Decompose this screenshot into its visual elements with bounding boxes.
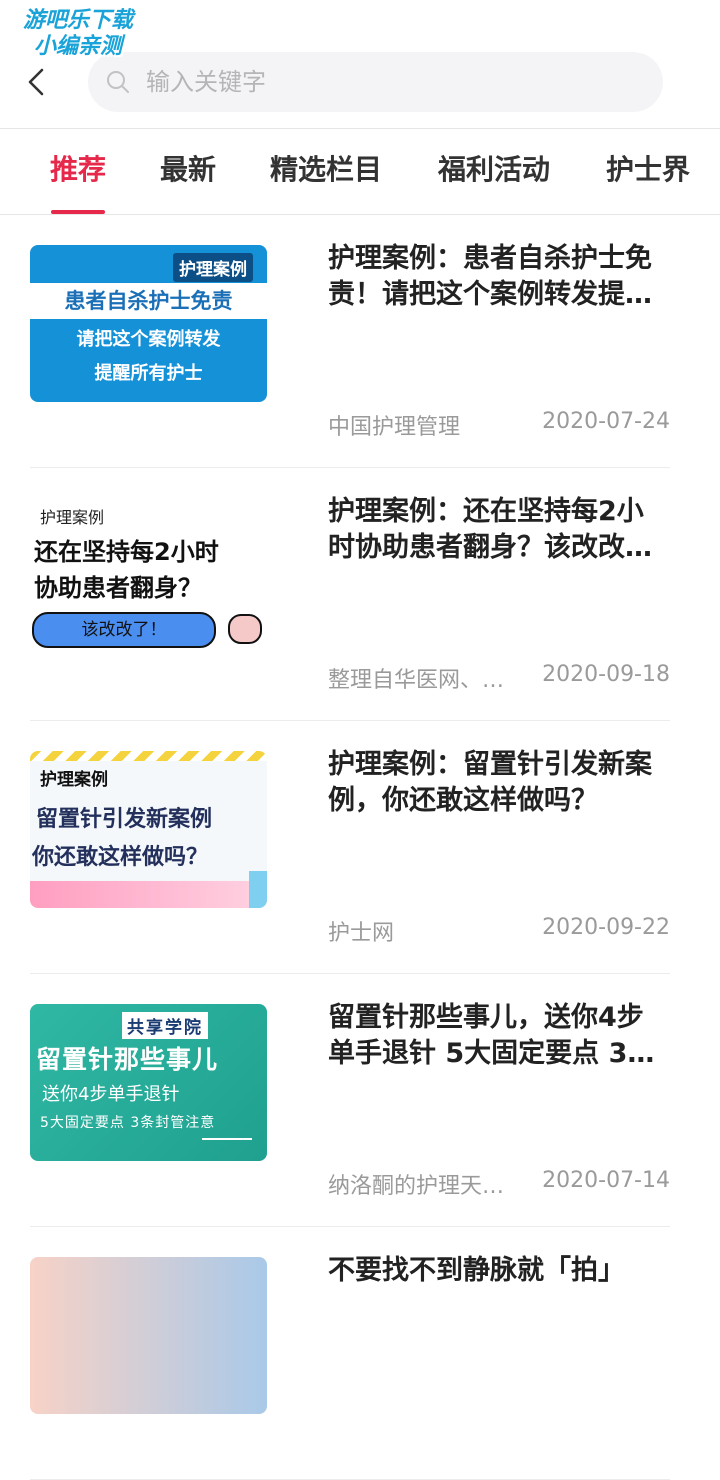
article-list: 护理案例 患者自杀护士免责 请把这个案例转发 提醒所有护士 护理案例：患者自杀护… bbox=[30, 215, 670, 1480]
thumb-line: 留置针那些事儿 bbox=[36, 1045, 219, 1074]
search-box[interactable] bbox=[88, 52, 663, 112]
chevron-left-icon bbox=[28, 68, 44, 96]
list-item[interactable]: 共享学院 留置针那些事儿 送你4步单手退针 5大固定要点 3条封管注意 留置针那… bbox=[30, 974, 670, 1227]
thumb-line: 5大固定要点 3条封管注意 bbox=[40, 1115, 216, 1131]
article-title: 护理案例：患者自杀护士免责！请把这个案例转发提醒所有护士 bbox=[328, 243, 652, 310]
thumb-line: 协助患者翻身？ bbox=[34, 574, 202, 602]
tab-welfare-activities[interactable]: 福利活动 bbox=[438, 128, 550, 214]
search-input[interactable] bbox=[144, 67, 628, 97]
stripe-decoration bbox=[30, 751, 267, 761]
thumb-tag: 护理案例 bbox=[173, 253, 253, 282]
tab-label: 护士界 bbox=[606, 153, 691, 186]
tab-recommended[interactable]: 推荐 bbox=[50, 128, 106, 214]
article-thumbnail: 护理案例 还在坚持每2小时 协助患者翻身？ 该改改了！ bbox=[30, 498, 267, 655]
article-title: 留置针那些事儿，送你4步单手退针 5大固定要点 3条封管注意 bbox=[328, 1002, 655, 1069]
article-date: 2020-09-18 bbox=[542, 662, 670, 687]
thumb-pill: 该改改了！ bbox=[32, 612, 216, 648]
list-item[interactable]: 护理案例 患者自杀护士免责 请把这个案例转发 提醒所有护士 护理案例：患者自杀护… bbox=[30, 215, 670, 468]
list-item[interactable]: 护理案例 还在坚持每2小时 协助患者翻身？ 该改改了！ 护理案例：还在坚持每2小… bbox=[30, 468, 670, 721]
blue-block-decoration bbox=[249, 871, 267, 908]
article-title: 护理案例：还在坚持每2小时协助患者翻身？该改改了！ bbox=[328, 496, 644, 563]
divider bbox=[202, 1138, 252, 1140]
tab-featured-columns[interactable]: 精选栏目 bbox=[270, 128, 382, 214]
article-thumbnail: 护理案例 留置针引发新案例 你还敢这样做吗？ bbox=[30, 751, 267, 908]
thumb-line: 留置针引发新案例 bbox=[36, 807, 213, 832]
article-source: 中国护理管理 bbox=[328, 415, 461, 440]
article-date: 2020-07-14 bbox=[542, 1168, 670, 1193]
watermark-logo: 游吧乐下载 小编亲测 bbox=[8, 8, 148, 60]
thumb-badge: 共享学院 bbox=[122, 1012, 208, 1039]
thumb-tag: 护理案例 bbox=[40, 770, 108, 790]
thumb-line: 你还敢这样做吗？ bbox=[32, 845, 209, 870]
tab-label: 最新 bbox=[160, 153, 217, 186]
article-thumbnail: 护理案例 患者自杀护士免责 请把这个案例转发 提醒所有护士 bbox=[30, 245, 267, 402]
tab-latest[interactable]: 最新 bbox=[160, 128, 216, 214]
article-source: 纳洛酮的护理天… bbox=[328, 1174, 505, 1199]
thumb-line: 还在坚持每2小时 bbox=[34, 538, 219, 566]
article-title: 不要找不到静脉就「拍」 bbox=[328, 1255, 625, 1286]
pink-band-decoration bbox=[30, 881, 267, 908]
article-date: 2020-07-24 bbox=[542, 409, 670, 434]
watermark-line2: 小编亲测 bbox=[33, 34, 122, 59]
tab-label: 精选栏目 bbox=[270, 153, 383, 186]
list-item[interactable]: 不要找不到静脉就「拍」 bbox=[30, 1227, 670, 1480]
tab-label: 推荐 bbox=[50, 153, 107, 186]
article-title: 护理案例：留置针引发新案例，你还敢这样做吗？ bbox=[328, 749, 652, 816]
tab-nurse-world[interactable]: 护士界 bbox=[606, 128, 690, 214]
list-item[interactable]: 护理案例 留置针引发新案例 你还敢这样做吗？ 护理案例：留置针引发新案例，你还敢… bbox=[30, 721, 670, 974]
search-icon bbox=[106, 70, 130, 94]
article-thumbnail: 共享学院 留置针那些事儿 送你4步单手退针 5大固定要点 3条封管注意 bbox=[30, 1004, 267, 1161]
thumb-line: 请把这个案例转发 bbox=[76, 329, 221, 350]
tab-label: 福利活动 bbox=[438, 153, 551, 186]
back-button[interactable] bbox=[18, 62, 54, 102]
thumb-line: 提醒所有护士 bbox=[94, 363, 203, 384]
article-source: 护士网 bbox=[328, 921, 395, 946]
category-tabs: 推荐 最新 精选栏目 福利活动 护士界 bbox=[0, 128, 720, 215]
thumb-line: 患者自杀护士免责 bbox=[30, 283, 267, 319]
article-source: 整理自华医网、… bbox=[328, 668, 505, 693]
article-date: 2020-09-22 bbox=[542, 915, 670, 940]
article-thumbnail bbox=[30, 1257, 267, 1414]
thumb-line: 送你4步单手退针 bbox=[42, 1084, 180, 1105]
watermark-line1: 游吧乐下载 bbox=[22, 8, 133, 33]
active-tab-indicator bbox=[51, 210, 105, 214]
pointing-hand-icon bbox=[228, 614, 262, 644]
thumb-tag: 护理案例 bbox=[40, 508, 105, 527]
